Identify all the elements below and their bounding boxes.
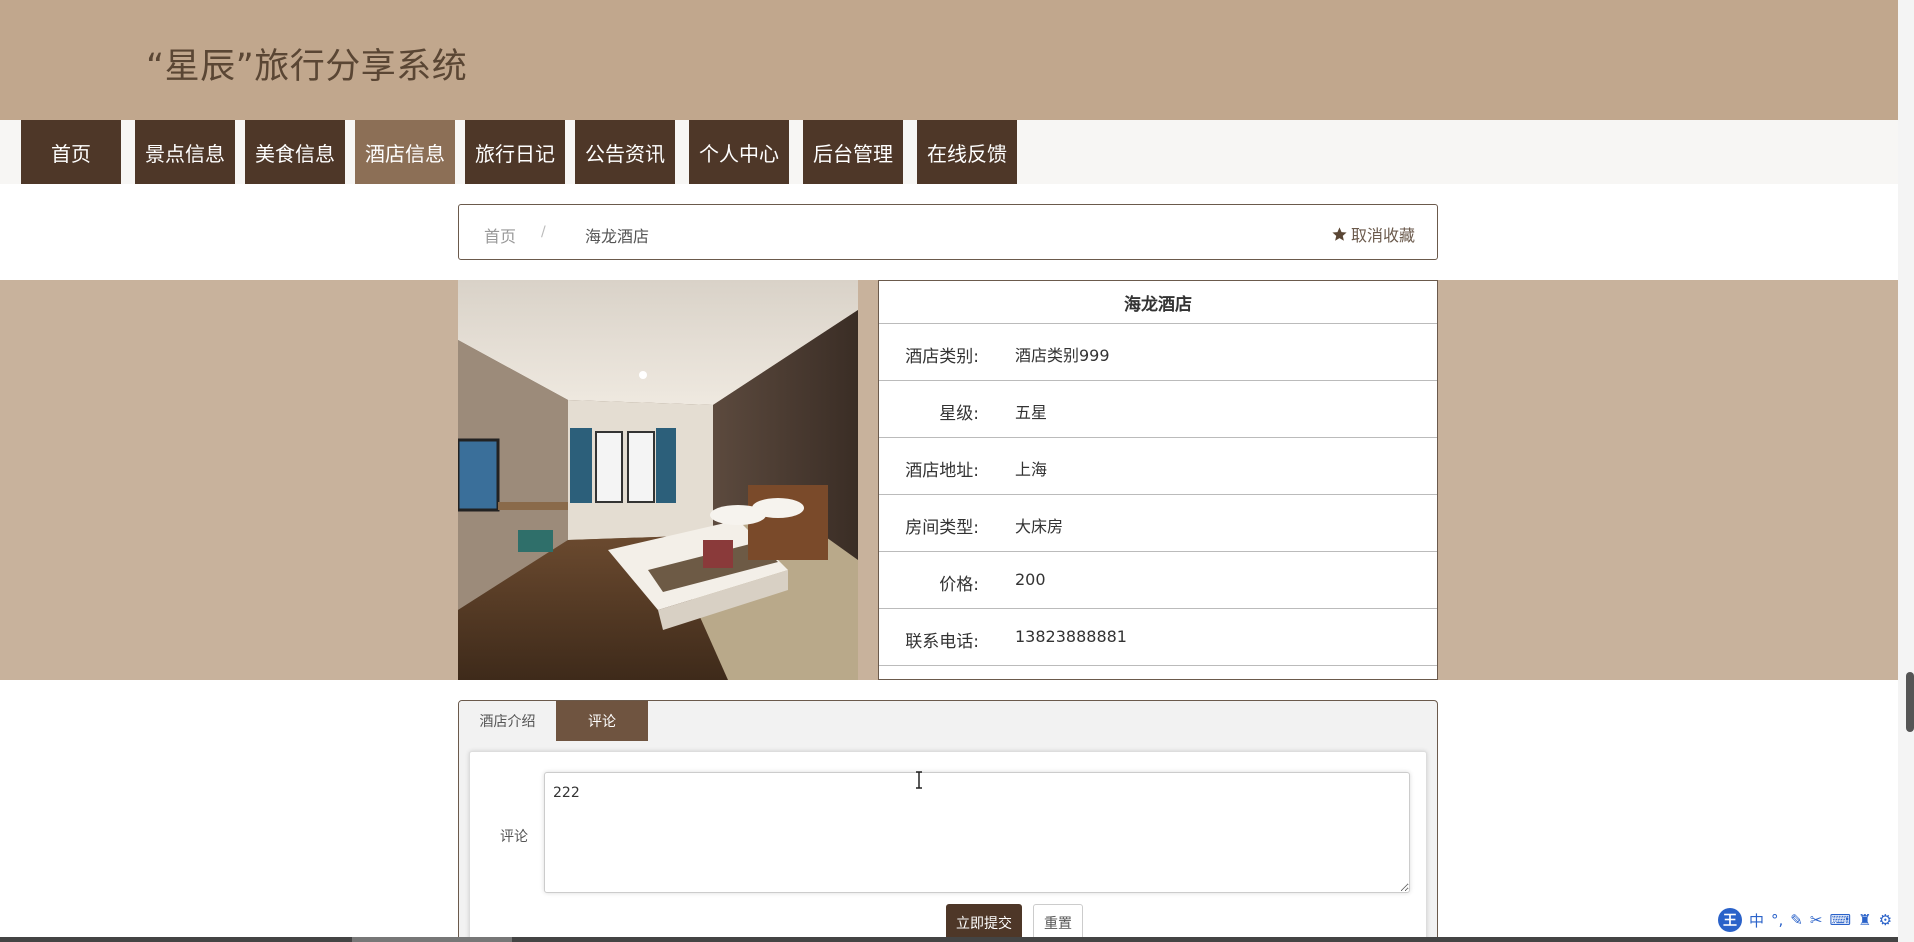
scrollbar-thumb[interactable] xyxy=(1906,672,1914,732)
comment-panel: 评论 222 立即提交 重置 xyxy=(469,751,1427,942)
ime-punctuation[interactable]: °, xyxy=(1771,911,1783,929)
nav-item-hotels[interactable]: 酒店信息 xyxy=(355,120,455,184)
gear-icon[interactable]: ⚙ xyxy=(1879,911,1892,929)
info-label: 酒店地址: xyxy=(905,461,979,481)
comment-label: 评论 xyxy=(500,829,528,845)
detail-tabs: 酒店介绍 评论 评论 222 立即提交 重置 xyxy=(458,700,1438,942)
nav-item-attractions[interactable]: 景点信息 xyxy=(135,120,235,184)
nav-item-announcements[interactable]: 公告资讯 xyxy=(575,120,675,184)
nav-item-profile[interactable]: 个人中心 xyxy=(689,120,789,184)
nav-item-travel-diary[interactable]: 旅行日记 xyxy=(465,120,565,184)
info-row-phone: 联系电话: 13823888881 xyxy=(879,609,1437,666)
nav-item-feedback[interactable]: 在线反馈 xyxy=(917,120,1017,184)
info-label: 房间类型: xyxy=(905,518,979,538)
taskbar-strip xyxy=(0,937,1898,942)
info-row-address: 酒店地址: 上海 xyxy=(879,438,1437,495)
info-value: 13823888881 xyxy=(1015,627,1127,646)
text-cursor-icon xyxy=(916,771,922,789)
comment-textarea[interactable]: 222 xyxy=(544,772,1410,893)
hotel-room-illustration xyxy=(458,280,858,680)
breadcrumb: 首页 / 海龙酒店 取消收藏 xyxy=(458,204,1438,260)
info-row-room-type: 房间类型: 大床房 xyxy=(879,495,1437,552)
breadcrumb-current: 海龙酒店 xyxy=(585,227,650,246)
hotel-name: 海龙酒店 xyxy=(879,281,1437,324)
hotel-room-photo xyxy=(458,280,858,680)
ime-mode[interactable]: 中 xyxy=(1749,910,1764,931)
info-row-star-rating: 星级: 五星 xyxy=(879,381,1437,438)
hotel-info-table: 海龙酒店 酒店类别: 酒店类别999 星级: 五星 酒店地址: 上海 房间类型:… xyxy=(878,280,1438,680)
keyboard-icon[interactable]: ⌨ xyxy=(1829,911,1851,929)
star-icon xyxy=(1332,226,1347,241)
info-label: 星级: xyxy=(939,404,979,424)
ime-logo-icon[interactable]: 王 xyxy=(1718,908,1742,932)
scissors-icon[interactable]: ✂ xyxy=(1810,911,1823,929)
info-label: 酒店类别: xyxy=(905,347,979,367)
nav-item-food[interactable]: 美食信息 xyxy=(245,120,345,184)
shirt-icon[interactable]: ♜ xyxy=(1858,911,1871,929)
site-title: “星辰”旅行分享系统 xyxy=(146,47,468,87)
nav-item-home[interactable]: 首页 xyxy=(21,120,121,184)
info-label: 联系电话: xyxy=(905,632,979,652)
info-row-category: 酒店类别: 酒店类别999 xyxy=(879,324,1437,381)
info-value: 上海 xyxy=(1015,460,1048,479)
nav-item-admin[interactable]: 后台管理 xyxy=(803,120,903,184)
tab-hotel-intro[interactable]: 酒店介绍 xyxy=(459,701,556,741)
main-nav: 首页 景点信息 美食信息 酒店信息 旅行日记 公告资讯 个人中心 后台管理 在线… xyxy=(0,120,1898,184)
tab-comment[interactable]: 评论 xyxy=(556,701,648,741)
pen-icon[interactable]: ✎ xyxy=(1790,911,1803,929)
info-value: 酒店类别999 xyxy=(1015,346,1110,365)
site-header: “星辰”旅行分享系统 xyxy=(0,0,1898,120)
unfavorite-button[interactable]: 取消收藏 xyxy=(1331,222,1415,246)
taskbar-segment xyxy=(352,937,512,942)
unfavorite-label: 取消收藏 xyxy=(1350,226,1415,245)
info-label: 价格: xyxy=(939,575,979,595)
ime-toolbar[interactable]: 王 中 °, ✎ ✂ ⌨ ♜ ⚙ xyxy=(1718,908,1892,932)
page-scrollbar[interactable] xyxy=(1898,0,1914,942)
info-row-price: 价格: 200 xyxy=(879,552,1437,609)
info-value: 五星 xyxy=(1015,403,1048,422)
info-value: 大床房 xyxy=(1015,517,1064,536)
info-value: 200 xyxy=(1015,570,1046,589)
breadcrumb-home-link[interactable]: 首页 xyxy=(484,223,516,247)
breadcrumb-separator: / xyxy=(541,224,546,240)
